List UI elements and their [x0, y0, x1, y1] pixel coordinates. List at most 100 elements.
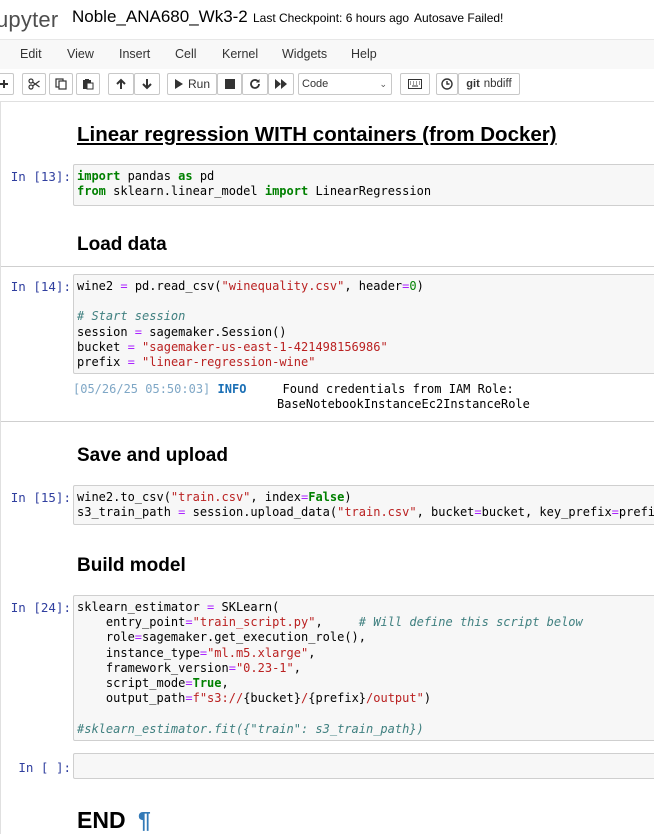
clock-icon	[441, 78, 453, 90]
code-line: sklearn_estimator = SKLearn(	[77, 600, 654, 615]
cell-divider	[1, 421, 654, 422]
code-line: framework_version="0.23-1",	[77, 661, 654, 676]
paste-button[interactable]	[76, 73, 100, 95]
code-token: pandas	[120, 169, 179, 183]
empty-code-cell[interactable]	[73, 753, 654, 779]
code-token: entry_point	[77, 615, 186, 630]
code-line: # Start session	[77, 309, 654, 324]
code-line: s3_train_path = session.upload_data("tra…	[77, 505, 654, 520]
toolbar: Run Code ⌄ git nbdiff	[0, 69, 654, 102]
restart-run-all-button[interactable]	[268, 73, 294, 95]
menu-kernel[interactable]: Kernel	[222, 47, 258, 61]
nbdiff-label: nbdiff	[483, 78, 512, 90]
code-token: #sklearn_estimator.fit({"train": s3_trai…	[77, 721, 424, 736]
code-token: wine2.to_csv(	[77, 490, 171, 504]
copy-button[interactable]	[49, 73, 73, 95]
code-token: "train_script.py"	[192, 615, 316, 630]
code-cell-24[interactable]: sklearn_estimator = SKLearn( entry_point…	[73, 595, 654, 741]
code-token: pd.read_csv(	[127, 279, 222, 293]
cell-prompt-15: In [15]:	[10, 490, 71, 505]
command-palette-button[interactable]	[400, 73, 430, 95]
code-token: =	[120, 279, 128, 293]
code-token: "linear-regression-wine"	[142, 355, 316, 369]
code-token: prefix	[77, 355, 128, 369]
copy-icon	[55, 78, 67, 90]
run-label: Run	[187, 77, 210, 91]
menu-widgets[interactable]: Widgets	[282, 47, 327, 61]
cell-prompt-empty: In [ ]:	[18, 760, 71, 775]
anchor-link[interactable]: ¶	[138, 807, 151, 833]
code-token: as	[178, 169, 193, 183]
code-token: ,	[293, 660, 301, 675]
code-token: # Start session	[77, 309, 186, 324]
code-line: output_path=f"s3://{bucket}/{prefix}/out…	[77, 691, 654, 706]
code-token: =	[185, 691, 193, 706]
code-token: "train.csv"	[337, 505, 417, 520]
code-cell-15[interactable]: wine2.to_csv("train.csv", index=False) s3…	[73, 485, 654, 525]
code-token: session.upload_data(	[185, 505, 338, 520]
jupyter-logo[interactable]: upyter	[0, 7, 58, 33]
end-text: END	[77, 807, 126, 833]
code-token: =	[228, 660, 236, 675]
code-token: )	[344, 490, 352, 504]
move-up-button[interactable]	[108, 73, 134, 95]
menu-view[interactable]: View	[67, 47, 94, 61]
code-cell-14[interactable]: wine2 = pd.read_csv("winequality.csv", h…	[73, 274, 654, 374]
run-button[interactable]: Run	[167, 73, 217, 95]
log-timestamp: [05/26/25 05:50:03]	[73, 382, 211, 396]
restart-button[interactable]	[242, 73, 268, 95]
cell-type-select[interactable]: Code ⌄	[298, 73, 392, 95]
checkpoint-status: Last Checkpoint: 6 hours ago	[253, 11, 410, 25]
code-token: bucket, key_prefix	[481, 505, 612, 520]
move-down-button[interactable]	[134, 73, 160, 95]
autosave-status: Autosave Failed!	[414, 11, 504, 25]
cell-prompt-24: In [24]:	[10, 600, 71, 615]
interrupt-button[interactable]	[217, 73, 242, 95]
code-token: )	[423, 691, 432, 706]
code-token: =	[611, 505, 619, 520]
code-line: import pandas as pd	[77, 169, 654, 184]
code-token: =	[134, 324, 143, 339]
scissors-icon	[28, 78, 40, 90]
code-token: framework_version	[77, 660, 229, 675]
heading-build-model: Build model	[77, 555, 186, 576]
notebook-container: Linear regression WITH containers (from …	[0, 102, 654, 834]
code-token: )	[416, 279, 424, 293]
git-icon: git	[466, 78, 480, 90]
heading-load-data: Load data	[77, 234, 167, 255]
restart-icon	[250, 79, 260, 89]
code-token: SKLearn(	[214, 600, 280, 614]
cell-type-value: Code	[302, 78, 329, 90]
history-button[interactable]	[436, 73, 458, 95]
code-token: s3_train_path	[77, 505, 179, 520]
code-token: /output"	[366, 691, 424, 706]
code-token: "ml.m5.xlarge"	[207, 645, 309, 660]
code-token: 0	[409, 279, 417, 293]
code-token: =	[185, 676, 193, 691]
code-token: session	[77, 324, 135, 339]
menu-help[interactable]: Help	[351, 47, 377, 61]
code-token: "0.23-1"	[235, 660, 294, 675]
code-line: from sklearn.linear_model import LinearR…	[77, 184, 654, 199]
stop-icon	[224, 79, 235, 89]
code-token: "winequality.csv"	[221, 279, 345, 293]
notebook-name[interactable]: Noble_ANA680_Wk3-2	[72, 7, 248, 27]
code-token: =	[127, 339, 135, 354]
code-token: {bucket}	[243, 691, 301, 706]
cell-prompt-13: In [13]:	[10, 169, 71, 184]
nbdiff-button[interactable]: git nbdiff	[458, 73, 520, 95]
menu-cell[interactable]: Cell	[175, 47, 197, 61]
code-token: ,	[308, 645, 316, 660]
notebook-header: upyter Noble_ANA680_Wk3-2 Last Checkpoin…	[0, 0, 654, 38]
heading-save-and-upload: Save and upload	[77, 445, 228, 466]
menu-edit[interactable]: Edit	[20, 47, 42, 61]
code-cell-13[interactable]: import pandas as pd from sklearn.linear_m…	[73, 164, 654, 206]
code-token: , header	[344, 279, 403, 293]
insert-cell-button[interactable]	[0, 73, 14, 95]
code-token: # Will define this script below	[358, 615, 583, 630]
code-line: entry_point="train_script.py", # Will de…	[77, 615, 654, 630]
menu-insert[interactable]: Insert	[119, 47, 150, 61]
cut-button[interactable]	[22, 73, 46, 95]
menubar: Edit View Insert Cell Kernel Widgets Hel…	[0, 39, 654, 70]
